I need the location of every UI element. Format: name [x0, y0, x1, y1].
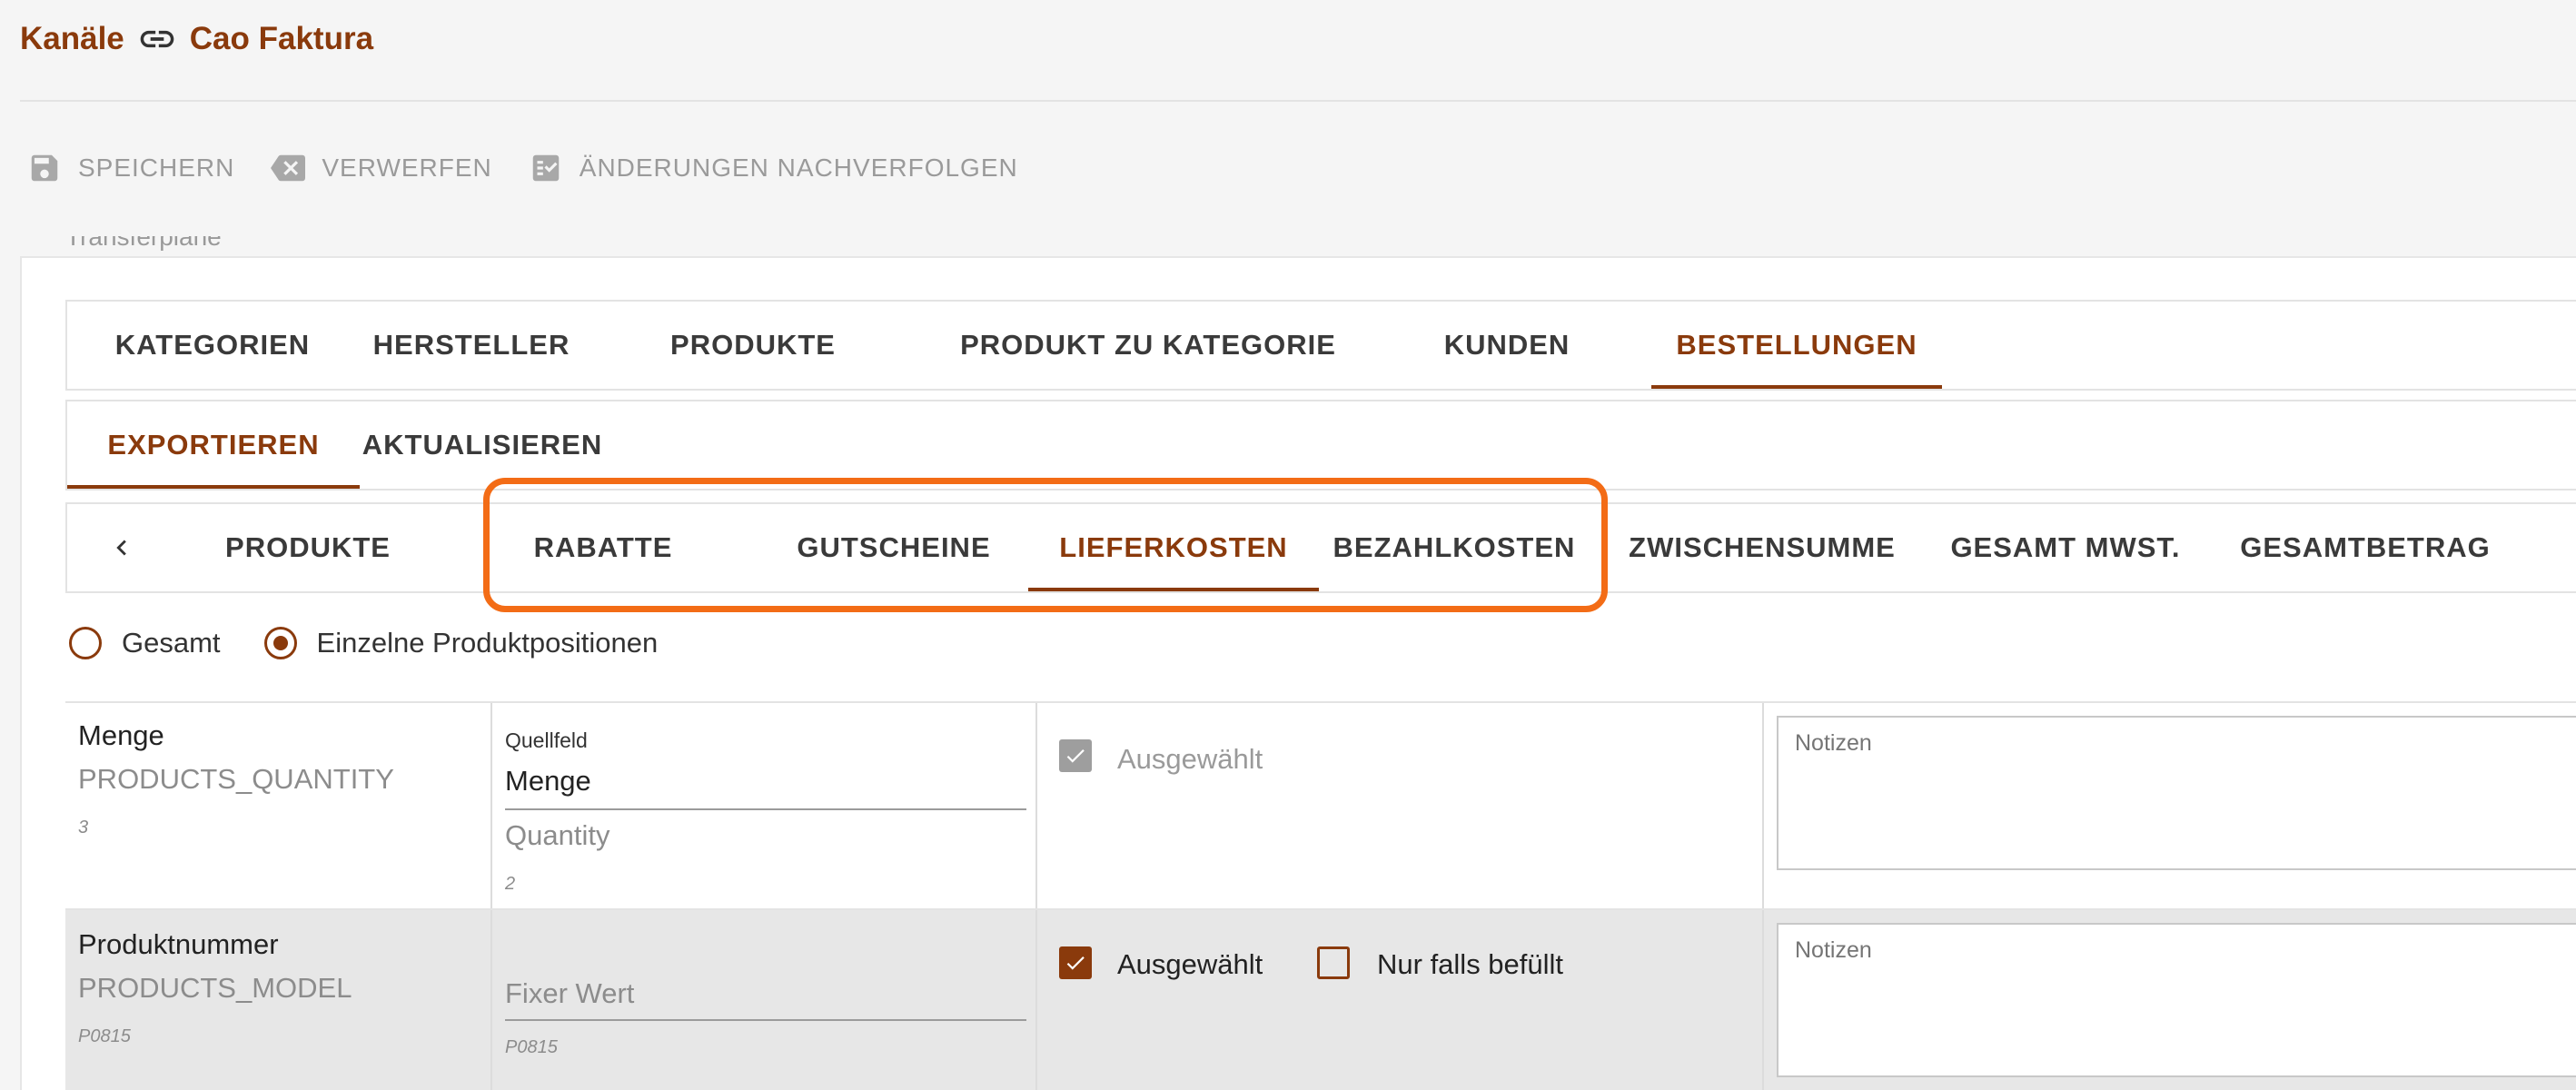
save-label: SPEICHERN — [78, 154, 235, 182]
check-icon — [1066, 956, 1085, 970]
backspace-icon — [271, 154, 306, 182]
column-divider — [1762, 703, 1764, 910]
column-divider — [1762, 910, 1764, 1090]
source-sample: P0815 — [505, 1037, 558, 1057]
tab-produkt-zu-kategorie[interactable]: PRODUKT ZU KATEGORIE — [930, 302, 1366, 389]
aggregation-radio-group: Gesamt Einzelne Produktpositionen — [69, 620, 701, 666]
radio-einzelne-positionen[interactable]: Einzelne Produktpositionen — [263, 627, 659, 659]
track-changes-label: ÄNDERUNGEN NACHVERFOLGEN — [579, 154, 1018, 182]
tab-rabatte[interactable]: RABATTE — [503, 504, 703, 591]
radio-circle-selected — [263, 627, 297, 659]
scroll-left-button[interactable] — [94, 504, 149, 591]
tab-aktualisieren[interactable]: AKTUALISIEREN — [360, 401, 605, 489]
fixed-value-input[interactable]: Quantity — [505, 819, 609, 852]
header-divider — [20, 100, 2576, 102]
field-name: Menge — [78, 719, 164, 751]
save-icon — [31, 154, 58, 182]
breadcrumb-channel[interactable]: Kanäle — [20, 21, 124, 57]
check-icon — [1066, 749, 1085, 763]
tab-gesamtbetrag[interactable]: GESAMTBETRAG — [2229, 504, 2502, 591]
source-field-label: Quellfeld — [505, 728, 588, 752]
tab-kunden[interactable]: KUNDEN — [1402, 302, 1611, 389]
toolbar: SPEICHERN VERWERFEN ÄNDERUNGEN NACHVERFO… — [27, 150, 1018, 186]
discard-label: VERWERFEN — [322, 154, 492, 182]
table-row: Menge PRODUCTS_QUANTITY 3 Quellfeld Meng… — [65, 701, 2576, 910]
column-divider — [1035, 910, 1037, 1090]
track-changes-button[interactable]: ÄNDERUNGEN NACHVERFOLGEN — [529, 151, 1018, 185]
notes-textarea[interactable] — [1777, 923, 2576, 1077]
source-field-select[interactable]: Menge — [505, 765, 591, 798]
selected-label: Ausgewählt — [1117, 743, 1263, 775]
only-if-filled-checkbox[interactable] — [1317, 946, 1350, 979]
radio-gesamt[interactable]: Gesamt — [69, 627, 221, 659]
tab-gesamt-mwst[interactable]: GESAMT MWST. — [1938, 504, 2193, 591]
field-key: PRODUCTS_QUANTITY — [78, 763, 394, 795]
field-sample: P0815 — [78, 1026, 131, 1046]
tab-bezahlkosten[interactable]: BEZAHLKOSTEN — [1323, 504, 1586, 591]
tab-lieferkosten[interactable]: LIEFERKOSTEN — [1028, 504, 1319, 591]
table-row: Produktnummer PRODUCTS_MODEL P0815 Fixer… — [65, 908, 2576, 1090]
radio-positionen-label: Einzelne Produktpositionen — [316, 627, 659, 659]
chevron-left-icon — [116, 540, 126, 556]
field-key: PRODUCTS_MODEL — [78, 972, 352, 1004]
save-button[interactable]: SPEICHERN — [27, 151, 234, 185]
tab-zwischensumme[interactable]: ZWISCHENSUMME — [1617, 504, 1907, 591]
fixed-value-input[interactable]: Fixer Wert — [505, 977, 634, 1010]
card-title: Transferpläne — [65, 236, 222, 251]
source-field-underline — [505, 808, 1026, 810]
column-divider — [1035, 703, 1037, 910]
field-name: Produktnummer — [78, 928, 279, 960]
discard-button[interactable]: VERWERFEN — [271, 151, 491, 185]
radio-circle — [69, 627, 102, 659]
tab-produkte[interactable]: PRODUKTE — [649, 302, 857, 389]
tab-exportieren[interactable]: EXPORTIEREN — [67, 401, 360, 489]
tab-bestellungen[interactable]: BESTELLUNGEN — [1651, 302, 1942, 389]
order-section-tabs: PRODUKTE RABATTE GUTSCHEINE LIEFERKOSTEN… — [65, 502, 2576, 593]
radio-gesamt-label: Gesamt — [122, 627, 221, 659]
breadcrumb: Kanäle Cao Faktura — [20, 16, 373, 62]
selected-label: Ausgewählt — [1117, 948, 1263, 980]
field-sample: 3 — [78, 818, 89, 837]
notes-textarea[interactable] — [1777, 716, 2576, 870]
tab-produkte-section[interactable]: PRODUKTE — [185, 504, 431, 591]
selected-checkbox[interactable] — [1059, 946, 1092, 979]
main-tabs: KATEGORIEN HERSTELLER PRODUKTE PRODUKT Z… — [65, 300, 2576, 391]
tab-hersteller[interactable]: HERSTELLER — [358, 302, 585, 389]
only-if-filled-label: Nur falls befüllt — [1377, 948, 1564, 980]
link-icon — [137, 19, 177, 59]
fixed-value-underline — [505, 1019, 1026, 1021]
source-sample: 2 — [505, 874, 516, 894]
mode-tabs: EXPORTIEREN AKTUALISIEREN — [65, 400, 2576, 490]
breadcrumb-connector: Cao Faktura — [189, 21, 374, 56]
column-divider — [490, 910, 492, 1090]
tab-gutscheine[interactable]: GUTSCHEINE — [767, 504, 1021, 591]
tab-kategorien[interactable]: KATEGORIEN — [67, 302, 358, 389]
column-divider — [490, 703, 492, 910]
checklist-icon — [532, 154, 560, 182]
selected-checkbox — [1059, 739, 1092, 772]
